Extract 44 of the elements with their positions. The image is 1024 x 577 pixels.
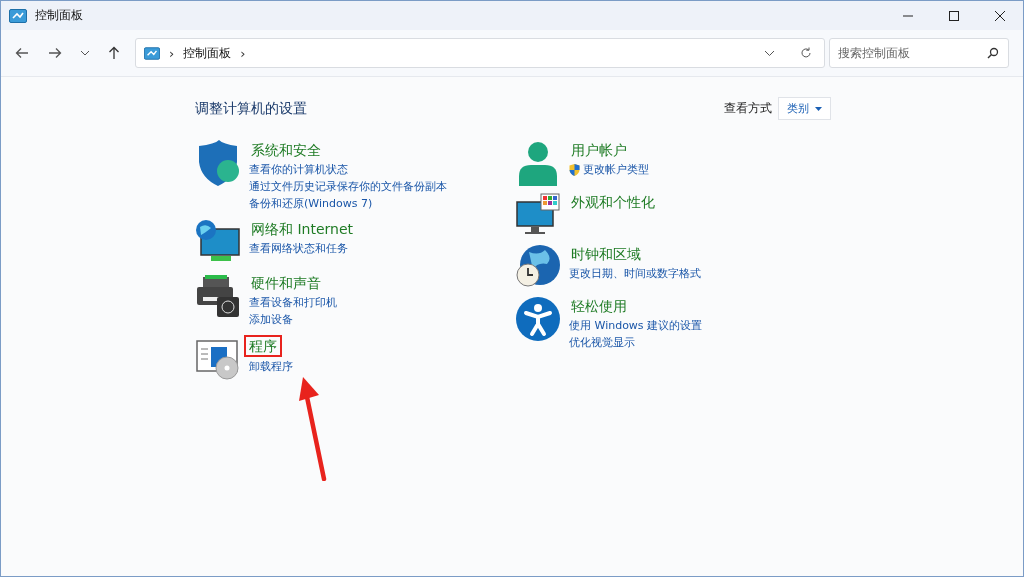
window-title: 控制面板 (35, 7, 83, 24)
task-link[interactable]: 使用 Windows 建议的设置 (569, 318, 703, 333)
task-link[interactable]: 通过文件历史记录保存你的文件备份副本 (249, 179, 447, 194)
task-link[interactable]: 卸载程序 (249, 359, 293, 374)
view-by-dropdown[interactable]: 类别 (778, 97, 831, 120)
task-link[interactable]: 查看你的计算机状态 (249, 162, 348, 177)
task-link[interactable]: 添加设备 (249, 312, 293, 327)
task-link[interactable]: 优化视觉显示 (569, 335, 635, 350)
globe-clock-icon[interactable] (515, 244, 561, 290)
category-title-link[interactable]: 外观和个性化 (569, 192, 657, 212)
page-heading: 调整计算机的设置 (195, 99, 307, 118)
arrow-left-icon (14, 47, 29, 59)
category-title-link[interactable]: 时钟和区域 (569, 244, 643, 264)
caret-icon (815, 106, 822, 111)
task-link[interactable]: 备份和还原(Windows 7) (249, 196, 373, 211)
category-title-link[interactable]: 网络和 Internet (249, 219, 356, 239)
arrow-right-icon (48, 47, 63, 59)
view-by-label: 查看方式 (724, 100, 772, 117)
chevron-down-icon[interactable] (764, 49, 776, 57)
address-bar[interactable]: › 控制面板 › (135, 38, 826, 68)
refresh-icon[interactable] (800, 47, 813, 59)
accessibility-icon[interactable] (515, 296, 561, 342)
close-icon (994, 9, 1006, 22)
task-link[interactable]: 查看设备和打印机 (249, 295, 337, 310)
printer-icon[interactable] (195, 273, 241, 319)
chevron-down-icon (79, 50, 90, 56)
search-icon (987, 47, 999, 59)
task-link[interactable]: 更改日期、时间或数字格式 (569, 266, 701, 281)
category-title-link[interactable]: 硬件和声音 (249, 273, 323, 293)
task-link[interactable]: 更改帐户类型 (569, 162, 649, 177)
category-title-link[interactable]: 用户帐户 (569, 140, 629, 160)
breadcrumb-item[interactable]: 控制面板 (183, 44, 232, 62)
arrow-up-icon (108, 46, 121, 60)
task-link[interactable]: 查看网络状态和任务 (249, 241, 348, 256)
uac-shield-icon (569, 163, 580, 176)
maximize-icon (948, 9, 960, 22)
control-panel-icon (144, 46, 161, 60)
breadcrumb-separator[interactable]: › (240, 45, 246, 61)
category-title-link[interactable]: 系统和安全 (249, 140, 323, 160)
category-title-link[interactable]: 程序 (244, 335, 282, 357)
category-title-link[interactable]: 轻松使用 (569, 296, 629, 316)
breadcrumb-separator[interactable]: › (169, 45, 175, 61)
search-field[interactable]: 搜索控制面板 (829, 38, 1009, 68)
control-panel-icon (9, 8, 27, 23)
